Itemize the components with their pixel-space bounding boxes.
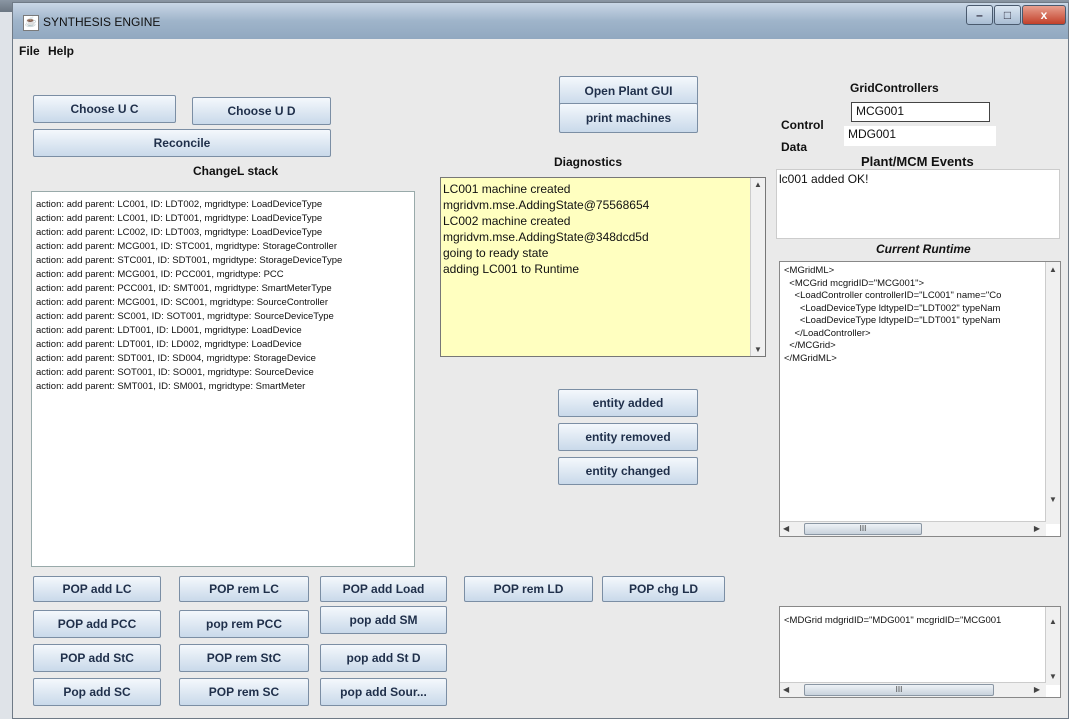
- diagnostics-label: Diagnostics: [554, 155, 623, 169]
- mdgrid-xml-area[interactable]: <MDGrid mdgridID="MDG001" mcgridID="MCG0…: [779, 606, 1061, 698]
- runtime-xml-line: <LoadDeviceType ldtypeID="LDT002" typeNa…: [784, 302, 1001, 314]
- pop-add-sm-button[interactable]: pop add SM: [320, 606, 447, 634]
- runtime-scroll-thumb[interactable]: III: [804, 523, 922, 535]
- scroll-left-icon[interactable]: ◀: [783, 524, 789, 533]
- control-label: Control: [781, 118, 824, 132]
- title-bar: ☕ SYNTHESIS ENGINE – □ x: [13, 3, 1068, 39]
- pop-rem-pcc-button[interactable]: pop rem PCC: [179, 610, 309, 638]
- runtime-xml-line: <LoadDeviceType ldtypeID="LDT001" typeNa…: [784, 315, 1001, 326]
- runtime-xml-line: </LoadController>: [784, 327, 871, 339]
- list-item[interactable]: action: add parent: LC001, ID: LDT002, m…: [36, 198, 414, 212]
- pop-chg-ld-button[interactable]: POP chg LD: [602, 576, 725, 602]
- diagnostics-line: adding LC001 to Runtime: [443, 262, 580, 276]
- pop-add-pcc-button[interactable]: POP add PCC: [33, 610, 161, 638]
- mdgrid-scroll-thumb[interactable]: III: [804, 684, 994, 696]
- list-item[interactable]: action: add parent: MCG001, ID: SC001, m…: [36, 296, 414, 310]
- runtime-vscrollbar[interactable]: ▲ ▼: [1045, 262, 1060, 524]
- window-title: SYNTHESIS ENGINE: [43, 15, 161, 29]
- pop-rem-sc-button[interactable]: POP rem SC: [179, 678, 309, 706]
- list-item[interactable]: action: add parent: SOT001, ID: SO001, m…: [36, 366, 414, 380]
- list-item[interactable]: action: add parent: MCG001, ID: STC001, …: [36, 240, 414, 254]
- list-item[interactable]: action: add parent: LDT001, ID: LD002, m…: [36, 338, 414, 352]
- control-field[interactable]: MCG001: [851, 102, 990, 122]
- scroll-left-icon[interactable]: ◀: [783, 685, 789, 694]
- scroll-down-icon[interactable]: ▼: [1049, 672, 1057, 681]
- events-text: lc001 added OK!: [779, 172, 869, 186]
- diagnostics-scrollbar[interactable]: ▲ ▼: [750, 178, 765, 356]
- diagnostics-line: mgridvm.mse.AddingState@75568654: [443, 198, 650, 212]
- pop-add-load-button[interactable]: POP add Load: [320, 576, 447, 602]
- print-machines-button[interactable]: print machines: [559, 103, 698, 133]
- menu-help[interactable]: Help: [48, 44, 74, 58]
- scroll-right-icon[interactable]: ▶: [1034, 524, 1040, 533]
- pop-add-sc-button[interactable]: Pop add SC: [33, 678, 161, 706]
- list-item[interactable]: action: add parent: MCG001, ID: PCC001, …: [36, 268, 414, 282]
- menu-bar: File Help: [13, 41, 1068, 61]
- list-item[interactable]: action: add parent: LDT001, ID: LD001, m…: [36, 324, 414, 338]
- entity-added-button[interactable]: entity added: [558, 389, 698, 417]
- diagnostics-textarea[interactable]: LC001 machine created mgridvm.mse.AddingS…: [440, 177, 766, 357]
- runtime-xml-line: <LoadController controllerID="LC001" nam…: [784, 290, 1002, 301]
- runtime-xml-line: <MCGrid mcgridID="MCG001">: [784, 277, 925, 289]
- list-item[interactable]: action: add parent: STC001, ID: SDT001, …: [36, 254, 414, 268]
- java-icon: ☕: [23, 15, 39, 31]
- data-label: Data: [781, 140, 808, 154]
- scroll-up-icon[interactable]: ▲: [1049, 265, 1057, 274]
- pop-add-stc-button[interactable]: POP add StC: [33, 644, 161, 672]
- list-item[interactable]: action: add parent: LC001, ID: LDT001, m…: [36, 212, 414, 226]
- list-item[interactable]: action: add parent: SMT001, ID: SM001, m…: [36, 380, 414, 394]
- scroll-up-icon[interactable]: ▲: [1049, 617, 1057, 626]
- pop-add-std-button[interactable]: pop add St D: [320, 644, 447, 672]
- diagnostics-line: mgridvm.mse.AddingState@348dcd5d: [443, 230, 649, 244]
- runtime-xml-line: </MGridML>: [784, 352, 837, 364]
- diagnostics-line: LC001 machine created: [443, 182, 571, 196]
- scroll-right-icon[interactable]: ▶: [1034, 685, 1040, 694]
- list-item[interactable]: action: add parent: SC001, ID: SOT001, m…: [36, 310, 414, 324]
- changel-stack-label: ChangeL stack: [193, 164, 279, 178]
- mdgrid-vscrollbar[interactable]: ▲ ▼: [1045, 607, 1060, 685]
- minimize-button[interactable]: –: [966, 5, 993, 25]
- open-plant-gui-button[interactable]: Open Plant GUI: [559, 76, 698, 106]
- pop-add-lc-button[interactable]: POP add LC: [33, 576, 161, 602]
- close-button[interactable]: x: [1022, 5, 1066, 25]
- pop-rem-lc-button[interactable]: POP rem LC: [179, 576, 309, 602]
- data-field[interactable]: MDG001: [844, 126, 996, 146]
- current-runtime-label: Current Runtime: [876, 242, 971, 256]
- entity-changed-button[interactable]: entity changed: [558, 457, 698, 485]
- plant-mcm-events-label: Plant/MCM Events: [861, 154, 974, 169]
- maximize-button[interactable]: □: [994, 5, 1021, 25]
- entity-removed-button[interactable]: entity removed: [558, 423, 698, 451]
- events-textarea[interactable]: lc001 added OK!: [776, 169, 1060, 239]
- choose-uc-button[interactable]: Choose U C: [33, 95, 176, 123]
- scroll-down-icon[interactable]: ▼: [754, 345, 762, 354]
- pop-add-source-button[interactable]: pop add Sour...: [320, 678, 447, 706]
- runtime-hscrollbar[interactable]: ◀ III ▶: [780, 521, 1046, 536]
- mdgrid-hscrollbar[interactable]: ◀ III ▶: [780, 682, 1046, 697]
- list-item[interactable]: action: add parent: LC002, ID: LDT003, m…: [36, 226, 414, 240]
- changel-stack-list[interactable]: action: add parent: LC001, ID: LDT002, m…: [31, 191, 415, 567]
- runtime-xml-line: <MGridML>: [784, 265, 835, 276]
- runtime-xml-area[interactable]: <MGridML> <MCGrid mcgridID="MCG001"> <Lo…: [779, 261, 1061, 537]
- pop-rem-ld-button[interactable]: POP rem LD: [464, 576, 593, 602]
- choose-ud-button[interactable]: Choose U D: [192, 97, 331, 125]
- menu-file[interactable]: File: [19, 44, 40, 58]
- scroll-down-icon[interactable]: ▼: [1049, 495, 1057, 504]
- grid-controllers-label: GridControllers: [850, 81, 939, 95]
- mdgrid-text: <MDGrid mdgridID="MDG001" mcgridID="MCG0…: [784, 615, 1002, 626]
- list-item[interactable]: action: add parent: SDT001, ID: SD004, m…: [36, 352, 414, 366]
- scroll-up-icon[interactable]: ▲: [754, 180, 762, 189]
- runtime-xml-line: </MCGrid>: [784, 340, 836, 351]
- synthesis-engine-window: ☕ SYNTHESIS ENGINE – □ x File Help Choos…: [12, 2, 1069, 719]
- reconcile-button[interactable]: Reconcile: [33, 129, 331, 157]
- diagnostics-line: LC002 machine created: [443, 214, 571, 228]
- pop-rem-stc-button[interactable]: POP rem StC: [179, 644, 309, 672]
- diagnostics-line: going to ready state: [443, 246, 549, 260]
- list-item[interactable]: action: add parent: PCC001, ID: SMT001, …: [36, 282, 414, 296]
